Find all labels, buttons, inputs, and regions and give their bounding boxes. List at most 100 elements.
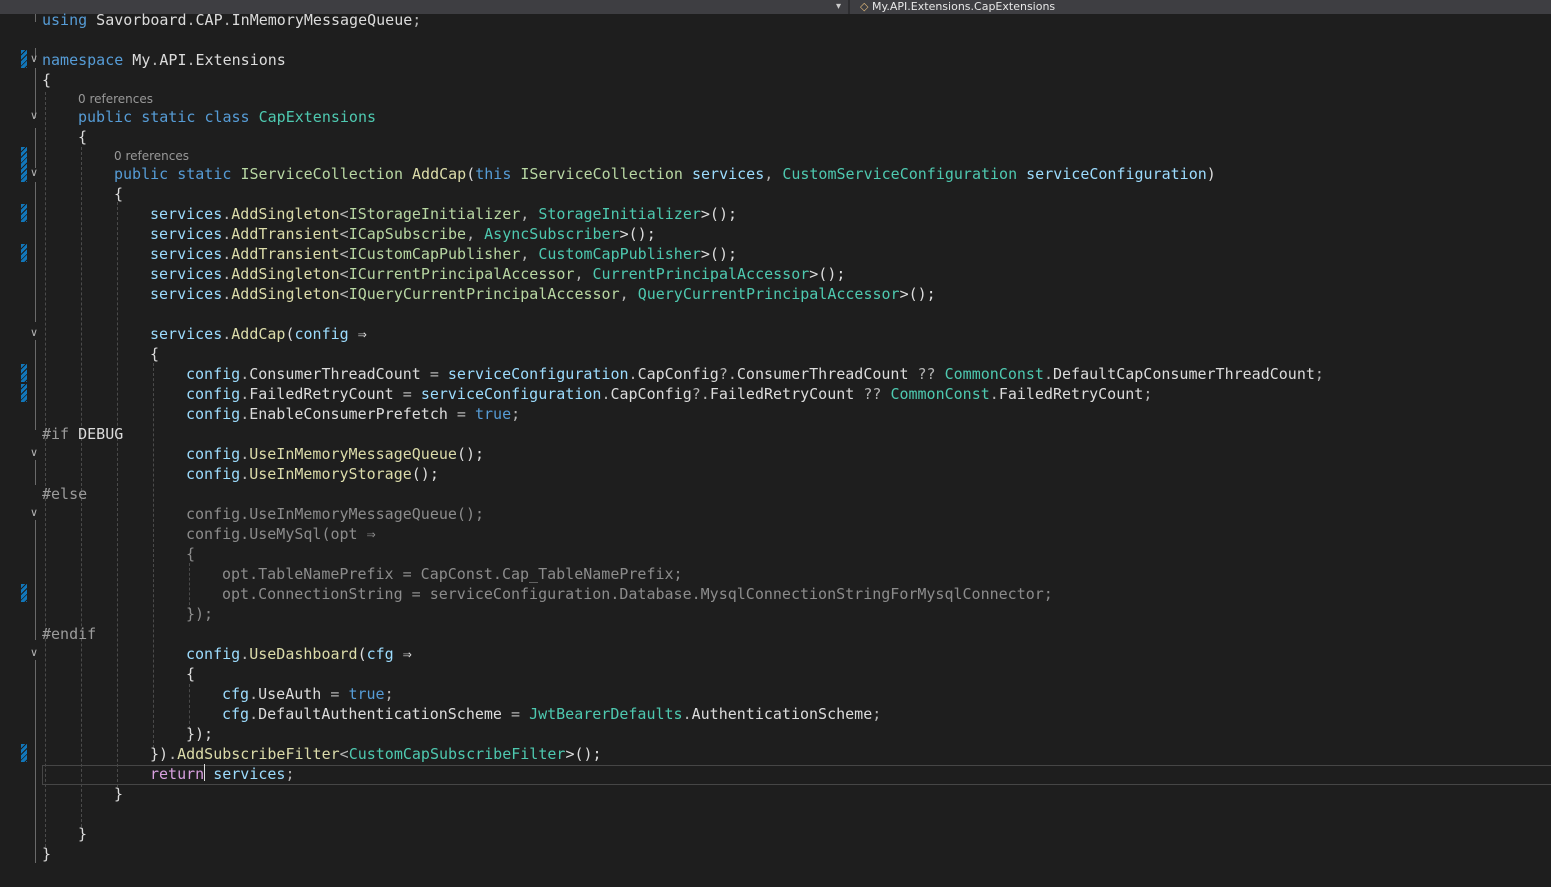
collapse-chevron-icon[interactable]: ∨ (30, 646, 38, 659)
code-line[interactable]: } (78, 824, 87, 844)
change-marker (21, 744, 27, 762)
code-token: config (294, 325, 349, 343)
codelens-references[interactable]: 0 references (114, 149, 189, 163)
code-line[interactable]: services.AddSingleton<IQueryCurrentPrinc… (150, 284, 936, 304)
code-line[interactable]: #if DEBUG (42, 424, 123, 444)
code-token: < (339, 245, 349, 263)
code-token: ConsumerThreadCount (736, 365, 909, 383)
code-line[interactable]: { (150, 344, 159, 364)
code-line[interactable]: #else (42, 484, 87, 504)
code-token: . (186, 11, 196, 29)
outline-bar (35, 340, 36, 430)
code-token: ( (466, 165, 476, 183)
code-token: services (150, 205, 223, 223)
code-line[interactable]: return services; (150, 764, 295, 784)
code-token: return (150, 765, 205, 783)
code-line[interactable]: { (42, 70, 51, 90)
code-token: = (393, 385, 421, 403)
outline-bar (35, 14, 36, 22)
code-line[interactable]: { (78, 127, 87, 147)
code-token: = (501, 705, 530, 723)
code-line[interactable]: }); (186, 604, 213, 624)
code-line[interactable]: services.AddSingleton<IStorageInitialize… (150, 204, 737, 224)
code-token: . (240, 405, 250, 423)
code-token: serviceConfiguration (447, 365, 629, 383)
change-marker (21, 364, 27, 382)
code-line[interactable]: { (114, 184, 123, 204)
code-line[interactable]: services.AddCap(config ⇒ (150, 324, 367, 344)
code-token: ICurrentPrincipalAccessor (348, 265, 575, 283)
code-line[interactable]: cfg.UseAuth = true; (222, 684, 394, 704)
code-line[interactable]: #endif (42, 624, 96, 644)
code-line[interactable]: } (114, 784, 123, 804)
code-line[interactable]: config.UseMySql(opt ⇒ (186, 524, 376, 544)
code-token: CAP (195, 11, 223, 29)
code-token: { (186, 665, 196, 683)
collapse-chevron-icon[interactable]: ∨ (30, 52, 38, 65)
code-token: FailedRetryCount (998, 385, 1144, 403)
code-token: . (240, 365, 250, 383)
code-line[interactable]: config.UseInMemoryStorage(); (186, 464, 439, 484)
code-line[interactable]: config.UseDashboard(cfg ⇒ (186, 644, 412, 664)
code-line[interactable]: namespace My.API.Extensions (42, 50, 286, 70)
code-token: serviceConfiguration (420, 385, 602, 403)
code-line[interactable]: services.AddTransient<ICapSubscribe, Asy… (150, 224, 656, 244)
code-line[interactable]: config.EnableConsumerPrefetch = true; (186, 404, 520, 424)
code-token: . (186, 51, 196, 69)
code-line[interactable]: opt.TableNamePrefix = CapConst.Cap_Table… (222, 564, 683, 584)
code-line[interactable]: cfg.DefaultAuthenticationScheme = JwtBea… (222, 704, 881, 724)
collapse-chevron-icon[interactable]: ∨ (30, 506, 38, 519)
code-line[interactable]: { (186, 664, 195, 684)
code-line[interactable]: public static IServiceCollection AddCap(… (114, 164, 1216, 184)
code-token: #endif (42, 625, 97, 643)
code-token: services (150, 225, 223, 243)
code-line[interactable]: public static class CapExtensions (78, 107, 376, 127)
collapse-chevron-icon[interactable]: ∨ (30, 166, 38, 179)
code-line[interactable]: using Savorboard.CAP.InMemoryMessageQueu… (42, 10, 421, 30)
code-token: IServiceCollection (520, 165, 683, 183)
code-token: < (339, 265, 349, 283)
code-token: FailedRetryCount (249, 385, 394, 403)
code-line[interactable]: }); (186, 724, 213, 744)
code-token: }) (150, 745, 169, 763)
code-token: StorageInitializer (538, 205, 701, 223)
code-token: . (240, 445, 250, 463)
code-token: AddSingleton (231, 205, 340, 223)
code-token: config (186, 445, 241, 463)
code-token: this (475, 165, 512, 183)
code-token: CapConfig (610, 385, 692, 403)
code-token: ( (357, 645, 367, 663)
code-token: class (204, 108, 250, 126)
outline-bar (35, 460, 36, 485)
code-token: = (420, 365, 448, 383)
code-token: }); (186, 725, 214, 743)
code-token: DEBUG (69, 425, 124, 443)
codelens-references[interactable]: 0 references (78, 92, 153, 106)
code-token: . (222, 285, 232, 303)
code-token: >(); (619, 225, 656, 243)
code-line[interactable]: services.AddSingleton<ICurrentPrincipalA… (150, 264, 845, 284)
code-token: Savorboard (87, 11, 187, 29)
text-cursor (204, 764, 206, 781)
code-line[interactable]: services.AddTransient<ICustomCapPublishe… (150, 244, 737, 264)
code-line[interactable]: } (42, 844, 51, 864)
collapse-chevron-icon[interactable]: ∨ (30, 109, 38, 122)
collapse-chevron-icon[interactable]: ∨ (30, 446, 38, 459)
code-line[interactable]: }).AddSubscribeFilter<CustomCapSubscribe… (150, 744, 602, 764)
code-token: #else (42, 485, 88, 503)
collapse-chevron-icon[interactable]: ∨ (30, 326, 38, 339)
code-token: true (348, 685, 385, 703)
code-token: cfg (222, 705, 250, 723)
code-editor[interactable]: using Savorboard.CAP.InMemoryMessageQueu… (0, 10, 1551, 887)
code-token: < (339, 745, 349, 763)
code-token: #if (42, 425, 70, 443)
code-line[interactable]: { (186, 544, 195, 564)
code-line[interactable]: config.ConsumerThreadCount = serviceConf… (186, 364, 1324, 384)
code-token: . (249, 705, 259, 723)
code-line[interactable]: config.UseInMemoryMessageQueue(); (186, 504, 484, 524)
code-line[interactable]: config.FailedRetryCount = serviceConfigu… (186, 384, 1152, 404)
code-line[interactable]: config.UseInMemoryMessageQueue(); (186, 444, 484, 464)
code-line[interactable]: opt.ConnectionString = serviceConfigurat… (222, 584, 1053, 604)
code-token: EnableConsumerPrefetch (249, 405, 448, 423)
